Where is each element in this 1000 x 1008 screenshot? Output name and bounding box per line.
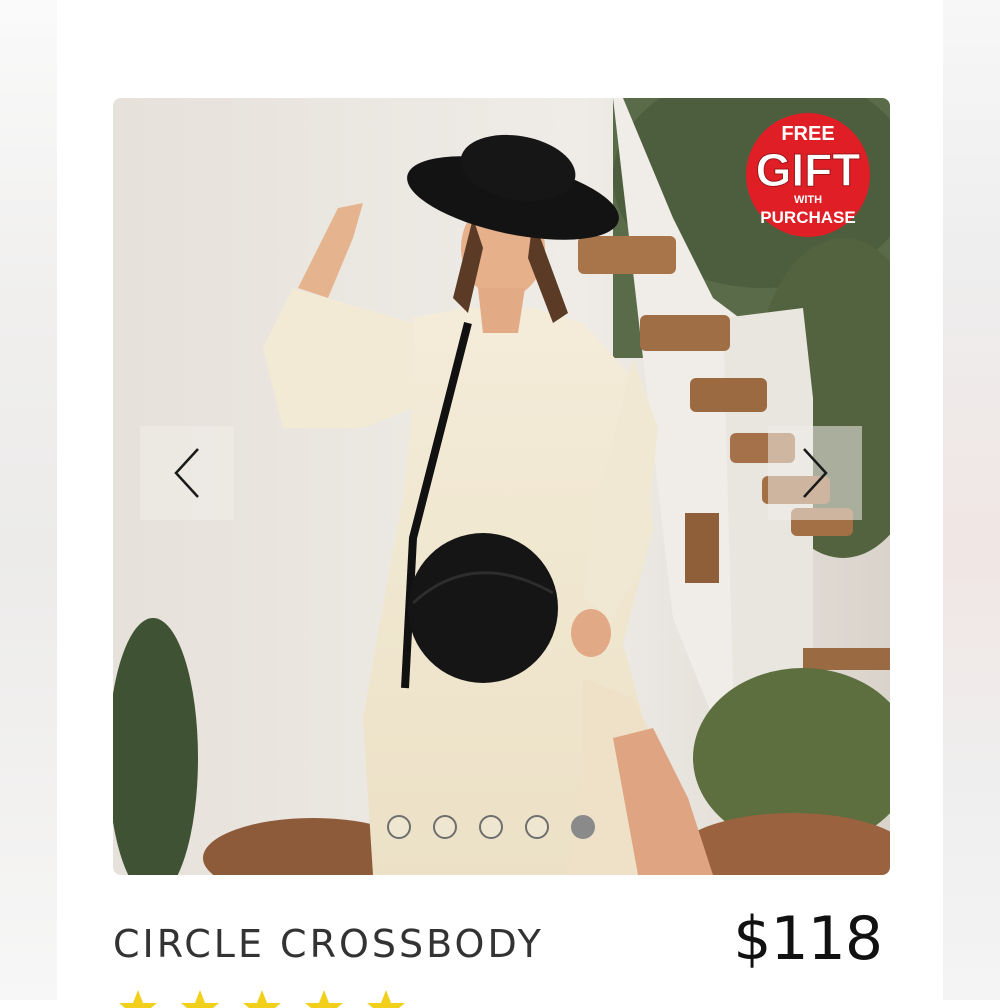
left-background-edge — [0, 0, 57, 1000]
badge-free-text: FREE — [781, 123, 834, 145]
product-title: CIRCLE CROSSBODY — [113, 922, 544, 966]
carousel-prev-button[interactable] — [140, 426, 234, 520]
star-icon — [118, 988, 158, 1008]
badge-gift-text: GIFT — [756, 144, 861, 196]
carousel-next-button[interactable] — [768, 426, 862, 520]
right-background-edge — [943, 0, 1000, 1000]
star-icon — [242, 988, 282, 1008]
star-icon — [304, 988, 344, 1008]
badge-purchase-text: PURCHASE — [760, 208, 855, 227]
chevron-left-icon — [174, 448, 199, 498]
carousel-dot-4[interactable] — [525, 815, 549, 839]
free-gift-badge: FREE GIFT WITH PURCHASE — [746, 113, 870, 237]
star-icon — [180, 988, 220, 1008]
carousel-dot-5[interactable] — [571, 815, 595, 839]
carousel-dot-2[interactable] — [433, 815, 457, 839]
rating-stars — [118, 988, 406, 1008]
carousel-dot-1[interactable] — [387, 815, 411, 839]
product-price: $118 — [733, 904, 883, 974]
carousel-pagination — [387, 815, 595, 843]
badge-with-text: WITH — [794, 194, 822, 206]
carousel-dot-3[interactable] — [479, 815, 503, 839]
chevron-right-icon — [803, 448, 828, 498]
star-icon — [366, 988, 406, 1008]
